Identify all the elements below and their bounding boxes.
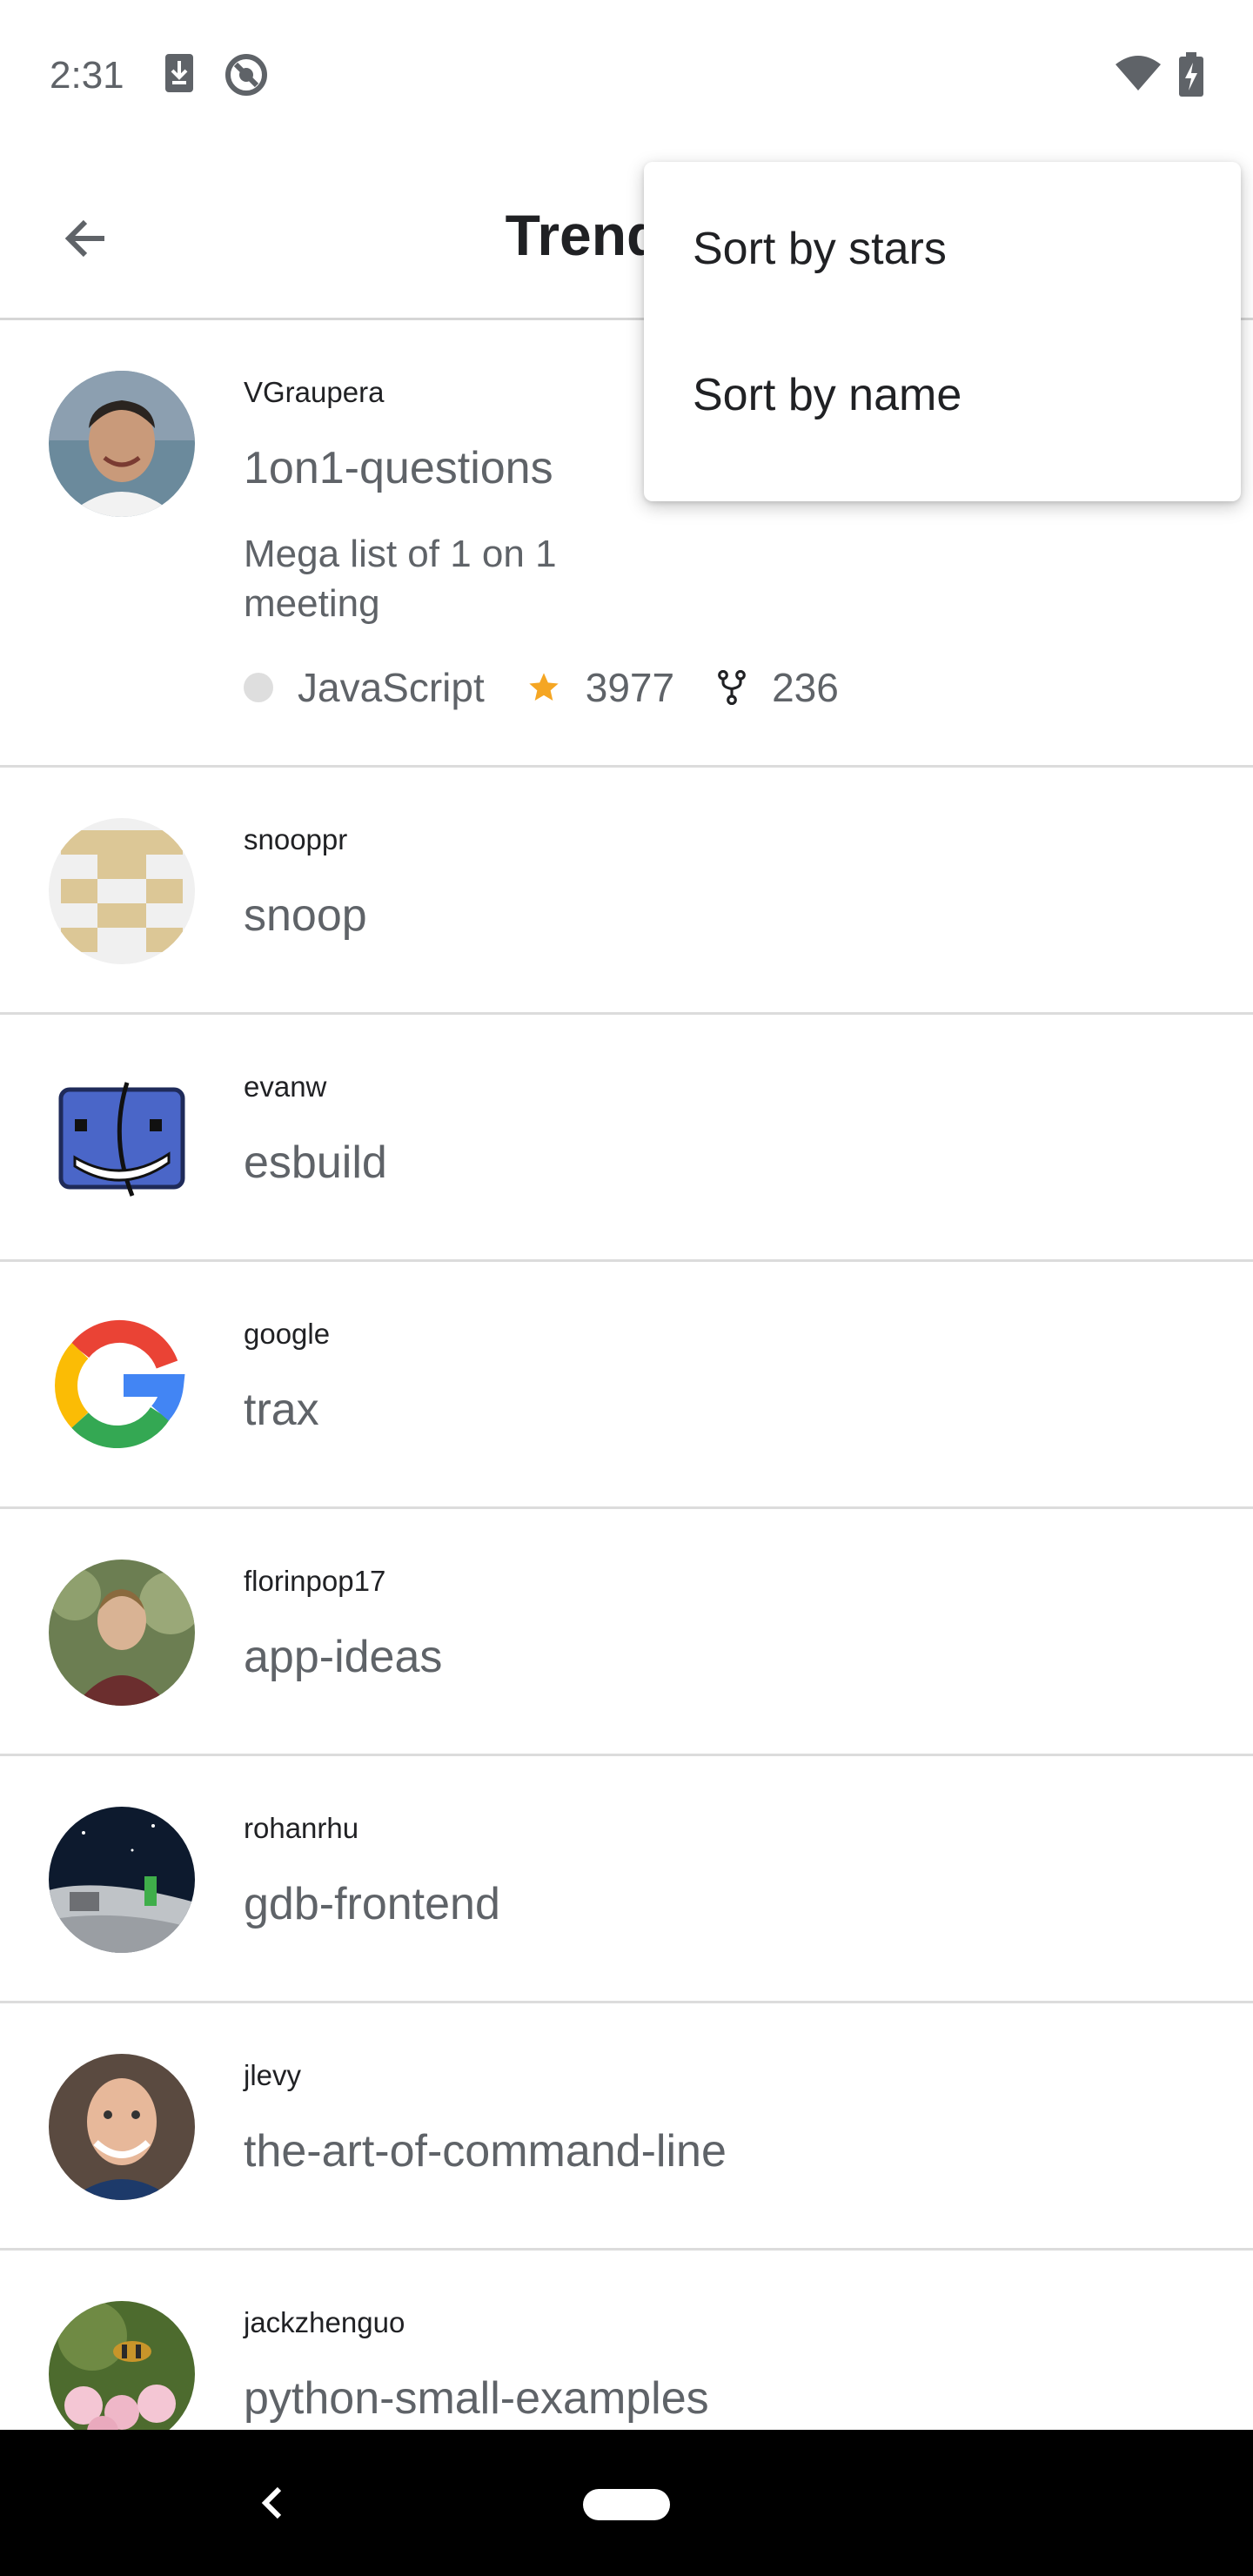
repo-name: the-art-of-command-line bbox=[244, 2126, 727, 2177]
repo-language: JavaScript bbox=[298, 665, 485, 710]
repo-row[interactable]: jlevy the-art-of-command-line bbox=[0, 2003, 1253, 2251]
repo-name: python-small-examples bbox=[244, 2373, 709, 2424]
repo-owner: florinpop17 bbox=[244, 1565, 386, 1597]
avatar bbox=[49, 1807, 195, 1953]
star-icon bbox=[526, 670, 561, 705]
repo-row[interactable]: snooppr snoop bbox=[0, 768, 1253, 1015]
nav-home-pill[interactable] bbox=[583, 2489, 670, 2520]
repo-owner: VGraupera bbox=[244, 376, 385, 408]
repo-row[interactable]: florinpop17 app-ideas bbox=[0, 1509, 1253, 1756]
repo-name: gdb-frontend bbox=[244, 1879, 500, 1929]
do-not-disturb-icon bbox=[224, 52, 269, 102]
wifi-icon bbox=[1114, 52, 1163, 98]
repo-owner: rohanrhu bbox=[244, 1812, 359, 1844]
repo-row[interactable]: evanw esbuild bbox=[0, 1015, 1253, 1262]
repo-forks: 236 bbox=[772, 665, 839, 710]
repo-owner: evanw bbox=[244, 1070, 327, 1103]
fork-icon bbox=[716, 670, 747, 705]
repo-description: Mega list of 1 on 1 meeting bbox=[244, 533, 557, 625]
repo-name: app-ideas bbox=[244, 1632, 443, 1682]
system-nav-bar bbox=[0, 2430, 1253, 2576]
status-bar: 2:31 bbox=[0, 0, 1253, 148]
repo-stars: 3977 bbox=[585, 665, 675, 710]
avatar bbox=[49, 1560, 195, 1706]
avatar bbox=[49, 371, 195, 517]
repo-name: snoop bbox=[244, 890, 367, 941]
status-time: 2:31 bbox=[50, 54, 124, 97]
repo-owner: google bbox=[244, 1318, 331, 1350]
nav-back-button[interactable] bbox=[244, 2468, 299, 2538]
sort-menu: Sort by stars Sort by name bbox=[644, 162, 1241, 501]
avatar bbox=[49, 1312, 195, 1459]
avatar bbox=[49, 818, 195, 964]
download-icon bbox=[162, 52, 197, 98]
repo-name: esbuild bbox=[244, 1137, 387, 1188]
repo-owner: jackzhenguo bbox=[244, 2306, 405, 2338]
avatar bbox=[49, 2301, 195, 2447]
menu-item-sort-by-name[interactable]: Sort by name bbox=[644, 322, 1241, 468]
repo-owner: snooppr bbox=[244, 823, 348, 855]
battery-charging-icon bbox=[1178, 52, 1204, 102]
repo-name: 1on1-questions bbox=[244, 443, 553, 493]
repo-row[interactable]: rohanrhu gdb-frontend bbox=[0, 1756, 1253, 2003]
repo-list: VGraupera 1on1-questions Mega list of 1 … bbox=[0, 320, 1253, 2498]
language-dot bbox=[244, 673, 273, 702]
repo-name: trax bbox=[244, 1385, 319, 1435]
repo-meta: JavaScript 3977 236 bbox=[244, 661, 881, 714]
chevron-left-icon bbox=[261, 2486, 282, 2519]
avatar bbox=[49, 1065, 195, 1211]
menu-item-sort-by-stars[interactable]: Sort by stars bbox=[644, 176, 1241, 322]
repo-row[interactable]: google trax bbox=[0, 1262, 1253, 1509]
avatar bbox=[49, 2054, 195, 2200]
repo-owner: jlevy bbox=[244, 2059, 302, 2091]
